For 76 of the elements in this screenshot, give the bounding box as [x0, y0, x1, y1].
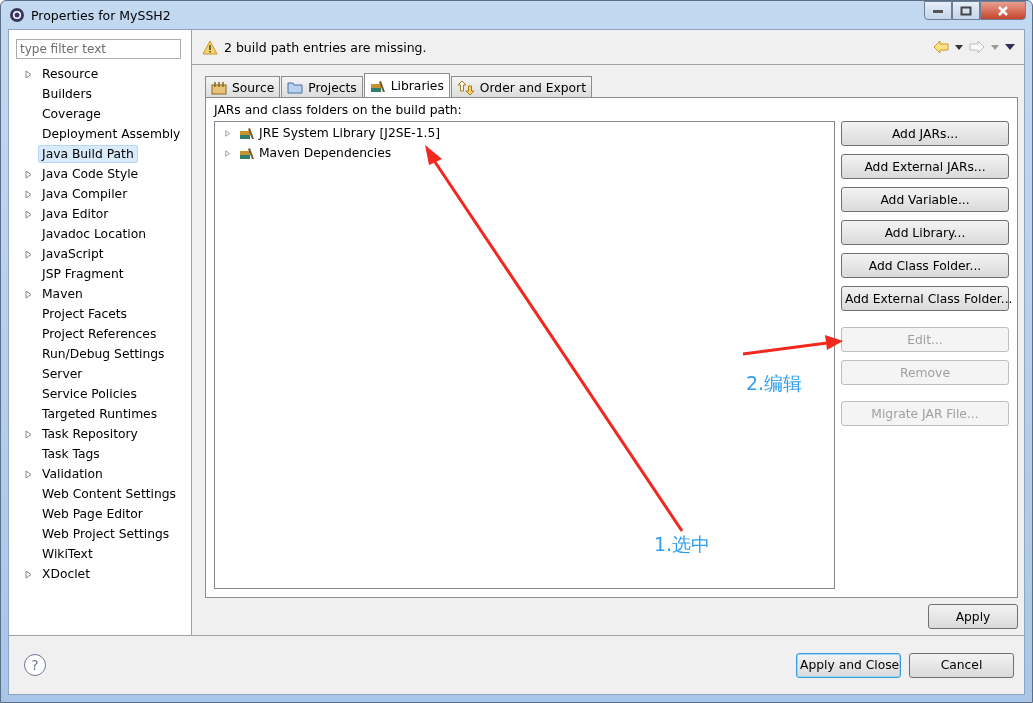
- help-button[interactable]: ?: [24, 654, 46, 676]
- filter-field[interactable]: type filter text: [16, 39, 181, 59]
- expand-icon[interactable]: [25, 209, 32, 219]
- maximize-icon: [960, 5, 972, 16]
- annotation-text: 2.编辑: [746, 371, 803, 396]
- dropdown-icon[interactable]: [955, 44, 963, 50]
- books-icon: [369, 79, 386, 93]
- window-title: Properties for MySSH2: [31, 7, 171, 23]
- dialog-button[interactable]: Apply and Close: [796, 652, 901, 678]
- sidebar-item[interactable]: Service Policies: [38, 385, 141, 403]
- app-icon: [9, 7, 25, 23]
- menu-icon[interactable]: [1005, 44, 1015, 50]
- sidebar-item[interactable]: Java Code Style: [38, 165, 143, 183]
- library-action-button[interactable]: Add Library...: [841, 220, 1009, 245]
- library-action-button[interactable]: Add JARs...: [841, 121, 1009, 146]
- expand-icon[interactable]: [25, 249, 32, 259]
- minimize-button[interactable]: [924, 1, 952, 20]
- annotation-text: 1.选中: [654, 532, 711, 557]
- sidebar-item[interactable]: Javadoc Location: [38, 225, 150, 243]
- back-arrow-icon[interactable]: [933, 40, 949, 54]
- library-icon: [239, 126, 255, 140]
- sidebar-item[interactable]: Builders: [38, 85, 96, 103]
- sidebar-item[interactable]: Resource: [38, 65, 103, 83]
- library-entry[interactable]: Maven Dependencies: [259, 146, 392, 160]
- library-icon: [239, 146, 255, 160]
- forward-arrow-icon[interactable]: [969, 40, 985, 54]
- maximize-button[interactable]: [952, 1, 980, 20]
- library-entry[interactable]: JRE System Library [J2SE-1.5]: [259, 126, 441, 140]
- expand-icon[interactable]: [225, 148, 232, 158]
- close-icon: [997, 5, 1009, 16]
- tab[interactable]: Libraries: [363, 73, 450, 98]
- tab[interactable]: Source: [205, 76, 281, 98]
- expand-icon[interactable]: [25, 289, 32, 299]
- sidebar-item[interactable]: JSP Fragment: [38, 265, 128, 283]
- close-button[interactable]: [980, 1, 1026, 20]
- sidebar-item[interactable]: Web Content Settings: [38, 485, 180, 503]
- sidebar-item[interactable]: Java Build Path: [38, 145, 138, 163]
- sidebar-item[interactable]: Task Tags: [38, 445, 104, 463]
- caption-text: JARs and class folders on the build path:: [214, 103, 463, 117]
- sidebar-item[interactable]: Deployment Assembly: [38, 125, 185, 143]
- sidebar-item[interactable]: Validation: [38, 465, 107, 483]
- sidebar-item[interactable]: Web Project Settings: [38, 525, 174, 543]
- library-action-button[interactable]: Add External JARs...: [841, 154, 1009, 179]
- sidebar-item[interactable]: Web Page Editor: [38, 505, 147, 523]
- library-action-button[interactable]: Add Class Folder...: [841, 253, 1009, 278]
- package-icon: [211, 80, 227, 95]
- warning-icon: [202, 39, 218, 55]
- sidebar-item[interactable]: WikiText: [38, 545, 97, 563]
- reorder-arrows-icon: [456, 79, 475, 96]
- message-text: 2 build path entries are missing.: [224, 39, 427, 55]
- sidebar-item[interactable]: Project Facets: [38, 305, 131, 323]
- sidebar-item[interactable]: XDoclet: [38, 565, 94, 583]
- library-action-button[interactable]: Add External Class Folder...: [841, 286, 1009, 311]
- sidebar-item[interactable]: Java Compiler: [38, 185, 132, 203]
- sidebar-item[interactable]: Maven: [38, 285, 87, 303]
- tab[interactable]: Order and Export: [450, 76, 592, 98]
- sidebar-item[interactable]: Task Repository: [38, 425, 142, 443]
- expand-icon[interactable]: [25, 169, 32, 179]
- expand-icon[interactable]: [225, 128, 232, 138]
- expand-icon[interactable]: [25, 189, 32, 199]
- sidebar-item[interactable]: Targeted Runtimes: [38, 405, 162, 423]
- dialog-button[interactable]: Cancel: [909, 652, 1014, 678]
- sidebar-item[interactable]: Coverage: [38, 105, 105, 123]
- apply-button[interactable]: Apply: [928, 604, 1018, 629]
- tab[interactable]: Projects: [281, 76, 363, 98]
- expand-icon[interactable]: [25, 469, 32, 479]
- expand-icon[interactable]: [25, 569, 32, 579]
- library-action-button[interactable]: Add Variable...: [841, 187, 1009, 212]
- sidebar-item[interactable]: Project References: [38, 325, 161, 343]
- expand-icon[interactable]: [25, 69, 32, 79]
- expand-icon[interactable]: [25, 429, 32, 439]
- sidebar-item[interactable]: JavaScript: [38, 245, 108, 263]
- sidebar-item[interactable]: Server: [38, 365, 87, 383]
- sidebar-item[interactable]: Java Editor: [38, 205, 113, 223]
- folder-icon: [287, 81, 304, 94]
- sidebar-item[interactable]: Run/Debug Settings: [38, 345, 169, 363]
